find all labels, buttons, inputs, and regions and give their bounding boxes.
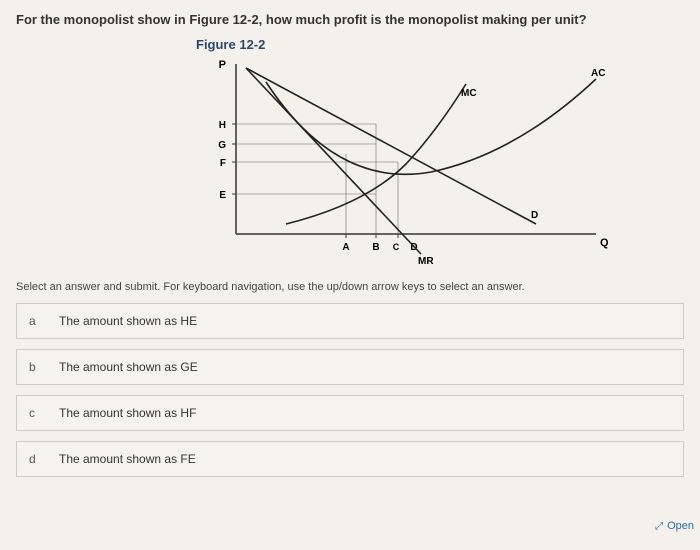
option-letter: b bbox=[29, 360, 41, 374]
y-tick-g: G bbox=[218, 140, 226, 151]
option-text: The amount shown as HE bbox=[59, 314, 197, 328]
x-tick-c: C bbox=[393, 242, 400, 252]
option-letter: c bbox=[29, 406, 41, 420]
option-b[interactable]: b The amount shown as GE bbox=[16, 349, 684, 385]
option-a[interactable]: a The amount shown as HE bbox=[16, 303, 684, 339]
curve-ac-label: AC bbox=[591, 68, 605, 79]
x-axis-label: Q bbox=[600, 237, 609, 249]
y-tick-h: H bbox=[219, 120, 226, 131]
option-letter: d bbox=[29, 452, 41, 466]
figure-title: Figure 12-2 bbox=[196, 37, 684, 52]
curve-mc-label: MC bbox=[461, 88, 477, 99]
curve-mr-label: MR bbox=[418, 256, 434, 267]
option-text: The amount shown as GE bbox=[59, 360, 198, 374]
figure-svg: P Q H G F E A B C D D MR MC bbox=[196, 54, 626, 269]
option-text: The amount shown as FE bbox=[59, 452, 196, 466]
y-tick-f: F bbox=[220, 158, 226, 169]
question-text: For the monopolist show in Figure 12-2, … bbox=[16, 12, 684, 27]
y-tick-e: E bbox=[219, 190, 226, 201]
x-tick-b: B bbox=[372, 242, 379, 253]
figure-block: Figure 12-2 P Q H G F E A B C D D bbox=[196, 37, 684, 269]
instructions-text: Select an answer and submit. For keyboar… bbox=[16, 281, 684, 293]
options-list: a The amount shown as HE b The amount sh… bbox=[16, 303, 684, 477]
option-letter: a bbox=[29, 314, 41, 328]
option-text: The amount shown as HF bbox=[59, 406, 196, 420]
option-c[interactable]: c The amount shown as HF bbox=[16, 395, 684, 431]
open-button[interactable]: ⤢ Open bbox=[655, 520, 694, 532]
x-tick-a: A bbox=[342, 242, 349, 253]
open-label: Open bbox=[667, 520, 694, 532]
option-d[interactable]: d The amount shown as FE bbox=[16, 441, 684, 477]
y-axis-label: P bbox=[219, 59, 226, 71]
expand-icon: ⤢ bbox=[655, 521, 663, 532]
curve-d-label: D bbox=[531, 210, 538, 221]
